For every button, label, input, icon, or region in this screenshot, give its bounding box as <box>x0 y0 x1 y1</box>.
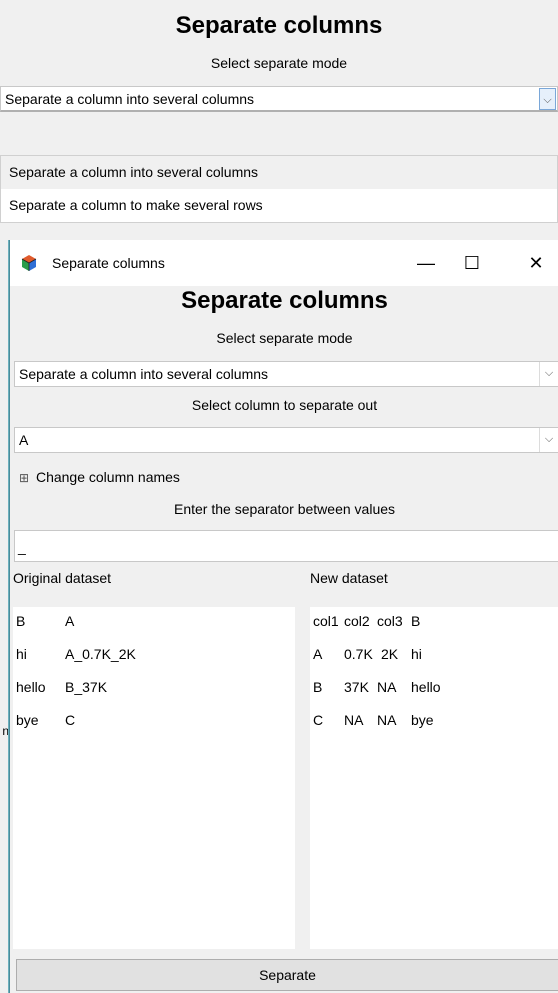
cube-icon <box>20 254 38 272</box>
chevron-down-icon[interactable]: ⌵ <box>539 428 558 452</box>
table-cell: 37K <box>344 679 369 695</box>
column-select[interactable]: A ⌵ <box>14 427 558 453</box>
original-header-b: B <box>16 613 26 629</box>
table-cell: B_37K <box>65 679 108 695</box>
table-cell: hi <box>411 646 422 662</box>
chevron-down-icon[interactable]: ⌵ <box>539 362 558 386</box>
dialog-mode-value: Separate a column into several columns <box>19 366 269 382</box>
window-title: Separate columns <box>52 255 165 271</box>
dropdown-option-several-columns[interactable]: Separate a column into several columns <box>1 156 557 189</box>
table-cell: 2K <box>381 646 399 662</box>
expand-icon: ⊞ <box>19 471 30 485</box>
mode-dropdown-list: Separate a column into several columns S… <box>0 155 558 223</box>
original-header-a: A <box>65 613 75 629</box>
table-cell: NA <box>377 679 397 695</box>
maximize-button[interactable]: ☐ <box>449 240 495 286</box>
close-button[interactable]: ✕ <box>513 240 558 286</box>
new-header-col2: col2 <box>344 613 370 629</box>
mode-select[interactable]: Separate a column into several columns ⌵ <box>0 86 558 112</box>
original-dataset-table: B A hi A_0.7K_2K hello B_37K bye C <box>13 607 295 949</box>
table-cell: A_0.7K_2K <box>65 646 136 662</box>
separate-button[interactable]: Separate <box>16 959 558 991</box>
table-cell: NA <box>344 712 364 728</box>
new-header-b: B <box>411 613 421 629</box>
page-title: Separate columns <box>175 12 383 39</box>
chevron-down-icon[interactable]: ⌵ <box>539 88 556 110</box>
column-select-value: A <box>19 432 29 448</box>
table-cell: C <box>313 712 324 728</box>
dialog-title: Separate columns <box>181 287 388 314</box>
table-cell: hello <box>16 679 46 695</box>
separator-input-value: _ <box>18 539 26 555</box>
table-cell: NA <box>377 712 397 728</box>
table-cell: bye <box>16 712 39 728</box>
table-cell: B <box>313 679 323 695</box>
background-text-fragment: n <box>2 724 9 738</box>
new-header-col3: col3 <box>377 613 403 629</box>
separator-label: Enter the separator between values <box>173 501 396 517</box>
table-cell: 0.7K <box>344 646 373 662</box>
dropdown-option-several-rows[interactable]: Separate a column to make several rows <box>1 189 557 222</box>
separator-input[interactable]: _ <box>14 530 558 562</box>
new-dataset-table: col1 col2 col3 B A 0.7K 2K hi B 37K NA h… <box>310 607 558 949</box>
table-cell: A <box>313 646 323 662</box>
change-column-names-toggle[interactable]: ⊞ Change column names <box>19 469 180 485</box>
change-column-names-label: Change column names <box>35 469 180 485</box>
table-cell: C <box>65 712 76 728</box>
window-titlebar: Separate columns — ☐ ✕ <box>10 240 558 286</box>
original-dataset-title: Original dataset <box>13 570 112 586</box>
mode-select-value: Separate a column into several columns <box>5 91 255 107</box>
table-cell: hi <box>16 646 27 662</box>
table-cell: bye <box>411 712 434 728</box>
new-header-col1: col1 <box>313 613 339 629</box>
table-cell: hello <box>411 679 441 695</box>
mode-label: Select separate mode <box>210 55 348 71</box>
dialog-mode-select[interactable]: Separate a column into several columns ⌵ <box>14 361 558 387</box>
column-select-label: Select column to separate out <box>191 397 378 413</box>
minimize-button[interactable]: — <box>403 240 449 286</box>
new-dataset-title: New dataset <box>310 570 388 586</box>
separate-columns-window: Separate columns — ☐ ✕ Separate columns … <box>9 240 558 993</box>
dialog-mode-label: Select separate mode <box>216 330 353 346</box>
